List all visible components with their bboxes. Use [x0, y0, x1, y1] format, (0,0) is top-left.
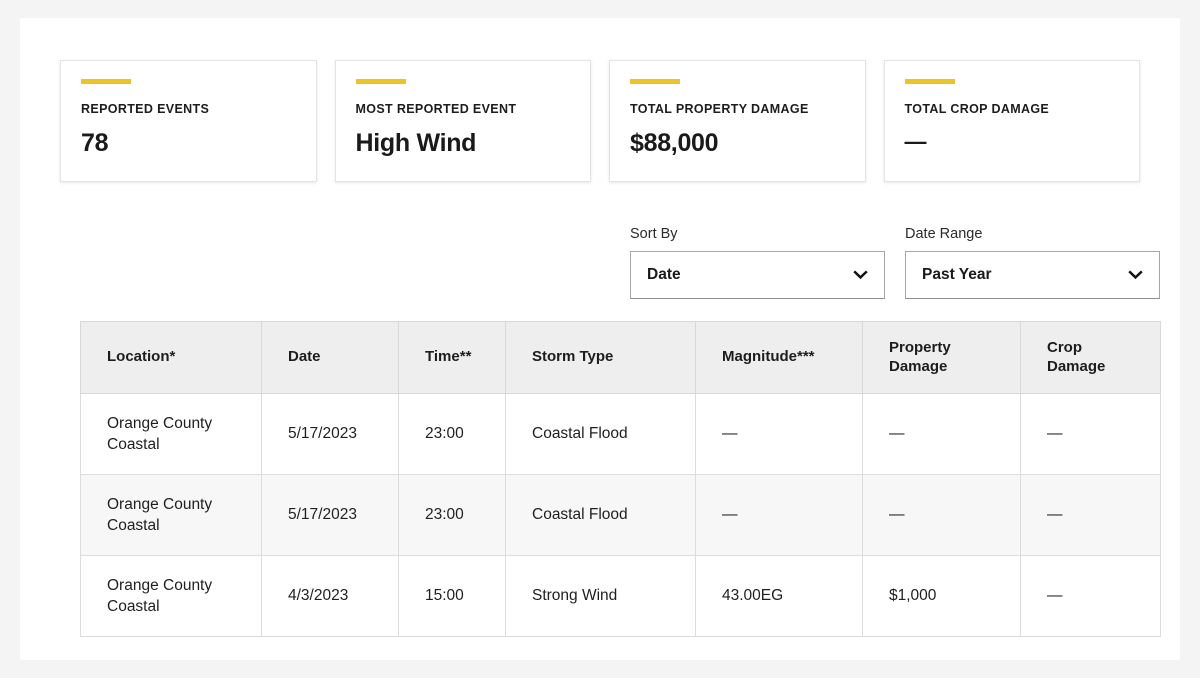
table-row: Orange County Coastal 4/3/2023 15:00 Str… [80, 555, 1161, 637]
stat-card-total-property-damage: TOTAL PROPERTY DAMAGE $88,000 [609, 60, 866, 182]
chevron-down-icon [1128, 270, 1143, 280]
cell-crop-damage: — [1020, 474, 1161, 556]
stat-value: $88,000 [630, 129, 719, 157]
cell-date: 5/17/2023 [261, 393, 399, 475]
chevron-down-icon [853, 270, 868, 280]
column-header-location[interactable]: Location* [80, 321, 262, 394]
cell-crop-damage: — [1020, 555, 1161, 637]
date-range-select[interactable]: Past Year [905, 251, 1160, 300]
stat-label: TOTAL CROP DAMAGE [904, 102, 1050, 116]
cell-magnitude: — [695, 474, 863, 556]
table-header-row: Location* Date Time** Storm Type Magnitu… [80, 321, 1161, 394]
cell-location: Orange County Coastal [80, 555, 262, 637]
summary-stats-row: REPORTED EVENTS 78 MOST REPORTED EVENT H… [60, 60, 1140, 182]
table-body: Orange County Coastal 5/17/2023 23:00 Co… [80, 393, 1161, 637]
cell-storm-type: Coastal Flood [505, 474, 696, 556]
accent-bar [904, 79, 955, 84]
sort-by-value: Date [647, 266, 681, 284]
stat-label: REPORTED EVENTS [81, 102, 210, 116]
sort-by-select[interactable]: Date [630, 251, 885, 300]
column-header-crop-damage[interactable]: Crop Damage [1020, 321, 1161, 394]
stat-value: — [904, 129, 927, 154]
cell-date: 4/3/2023 [261, 555, 399, 637]
cell-property-damage: — [862, 474, 1021, 556]
accent-bar [630, 79, 680, 84]
stat-label: TOTAL PROPERTY DAMAGE [630, 102, 809, 116]
cell-magnitude: — [695, 393, 863, 475]
sort-by-label: Sort By [630, 226, 678, 242]
accent-bar [355, 79, 406, 84]
cell-location: Orange County Coastal [80, 393, 262, 475]
cell-location: Orange County Coastal [80, 474, 262, 556]
storm-events-table: Location* Date Time** Storm Type Magnitu… [80, 321, 1161, 637]
cell-storm-type: Coastal Flood [505, 393, 696, 475]
date-range-label: Date Range [905, 226, 983, 242]
header-line-2: Damage [1047, 357, 1106, 375]
table-header: Location* Date Time** Storm Type Magnitu… [80, 321, 1161, 394]
cell-property-damage: $1,000 [862, 555, 1021, 637]
table-row: Orange County Coastal 5/17/2023 23:00 Co… [80, 393, 1161, 475]
cell-property-damage: — [862, 393, 1021, 475]
column-header-property-damage[interactable]: Property Damage [862, 321, 1021, 394]
header-line-1: Property [889, 338, 951, 356]
column-header-date[interactable]: Date [261, 321, 399, 394]
stat-card-total-crop-damage: TOTAL CROP DAMAGE — [883, 60, 1140, 182]
sort-by-control: Sort By Date [630, 226, 885, 300]
stat-value: High Wind [355, 129, 477, 157]
cell-date: 5/17/2023 [261, 474, 399, 556]
column-header-storm-type[interactable]: Storm Type [505, 321, 696, 394]
stat-label: MOST REPORTED EVENT [355, 102, 517, 116]
stat-card-most-reported-event: MOST REPORTED EVENT High Wind [334, 60, 591, 182]
date-range-control: Date Range Past Year [905, 226, 1160, 300]
date-range-value: Past Year [922, 266, 992, 284]
cell-storm-type: Strong Wind [505, 555, 696, 637]
stat-value: 78 [81, 129, 109, 157]
cell-crop-damage: — [1020, 393, 1161, 475]
header-line-1: Crop [1047, 338, 1082, 356]
stat-card-reported-events: REPORTED EVENTS 78 [60, 60, 317, 182]
table-row: Orange County Coastal 5/17/2023 23:00 Co… [80, 474, 1161, 556]
cell-magnitude: 43.00EG [695, 555, 863, 637]
column-header-time[interactable]: Time** [398, 321, 506, 394]
header-line-2: Damage [889, 357, 948, 375]
cell-time: 15:00 [398, 555, 506, 637]
content-card: REPORTED EVENTS 78 MOST REPORTED EVENT H… [20, 18, 1180, 660]
cell-time: 23:00 [398, 474, 506, 556]
table-controls: Sort By Date Date Range Past Year [630, 226, 1160, 300]
cell-time: 23:00 [398, 393, 506, 475]
column-header-magnitude[interactable]: Magnitude*** [695, 321, 863, 394]
accent-bar [81, 79, 131, 84]
